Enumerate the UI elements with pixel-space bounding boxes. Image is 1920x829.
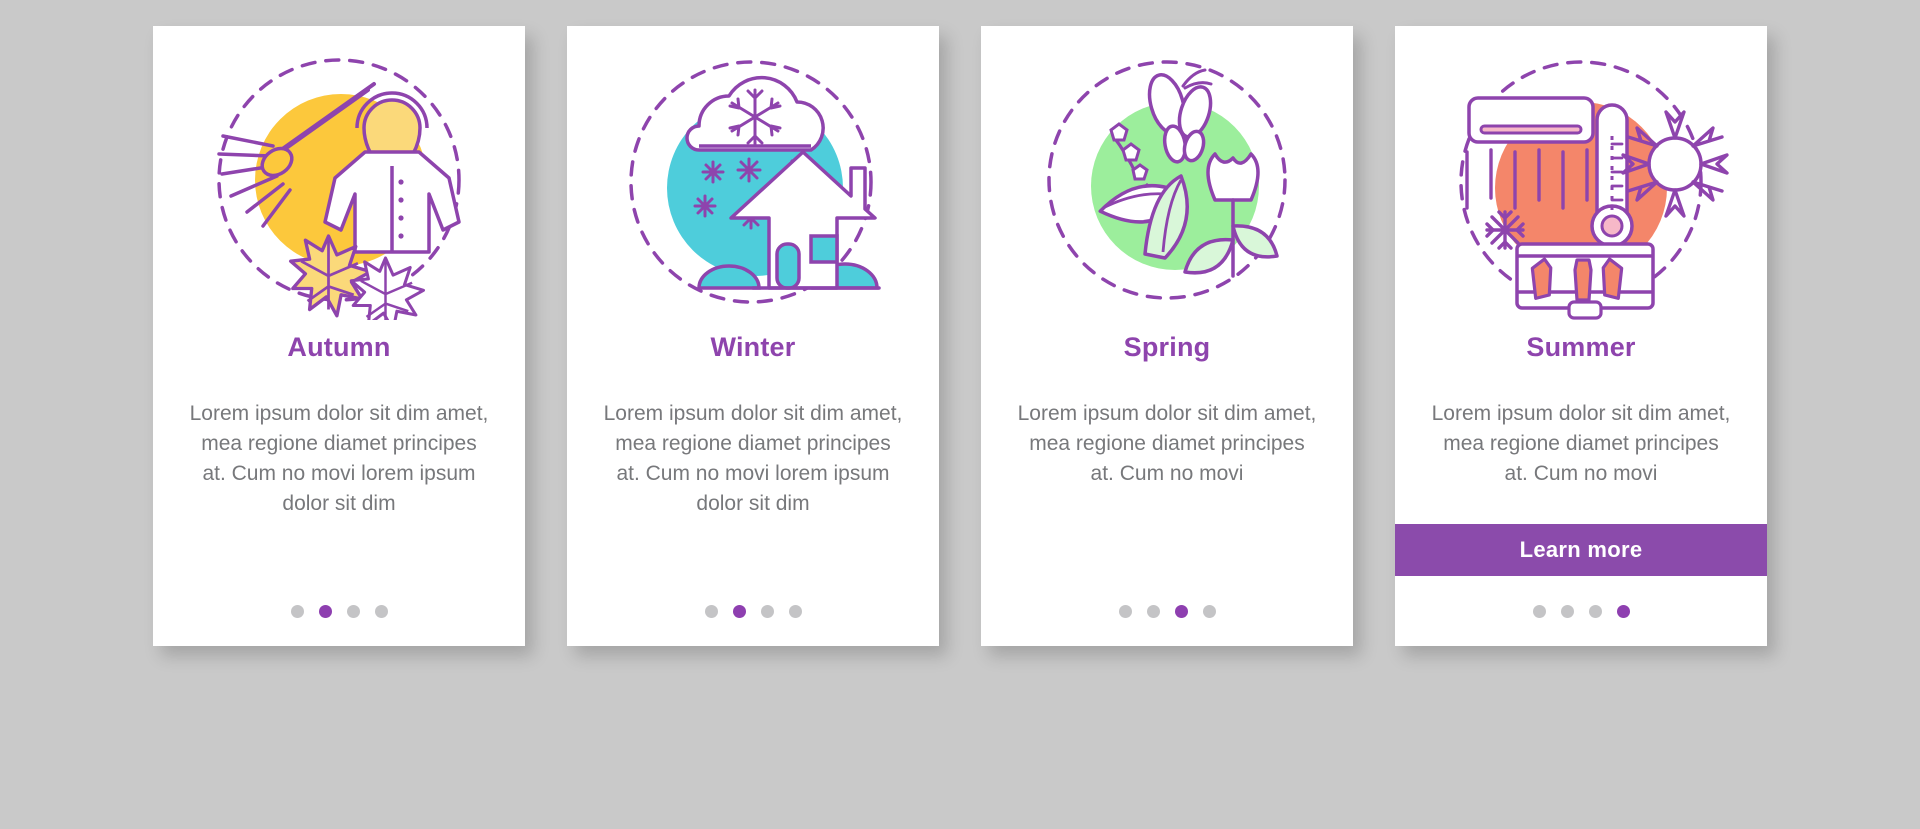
pagination-dots[interactable]	[567, 576, 939, 646]
autumn-rake-coat-leaves-icon	[217, 58, 461, 320]
pagination-dot[interactable]	[1118, 604, 1132, 618]
learn-more-button[interactable]: Learn more	[1395, 524, 1767, 576]
illustration-summer	[1395, 26, 1767, 326]
card-title: Summer	[1526, 332, 1636, 362]
card-title: Winter	[710, 332, 796, 362]
pagination-dot-active[interactable]	[1174, 604, 1188, 618]
illustration-autumn	[153, 26, 525, 326]
pagination-dot[interactable]	[346, 604, 360, 618]
pagination-dot[interactable]	[1588, 604, 1602, 618]
pagination-dot[interactable]	[704, 604, 718, 618]
pagination-dot-active[interactable]	[1616, 604, 1630, 618]
card-title: Spring	[1123, 332, 1211, 362]
onboarding-card-spring: Spring Lorem ipsum dolor sit dim amet, m…	[981, 26, 1353, 646]
illustration-winter	[567, 26, 939, 326]
pagination-dots[interactable]	[153, 576, 525, 646]
card-description: Lorem ipsum dolor sit dim amet, mea regi…	[189, 402, 489, 515]
summer-ac-thermometer-sun-cooler-icon	[1459, 60, 1729, 320]
pagination-dot[interactable]	[1202, 604, 1216, 618]
card-title: Autumn	[287, 332, 391, 362]
card-description: Lorem ipsum dolor sit dim amet, mea regi…	[603, 402, 903, 515]
onboarding-card-winter: Winter Lorem ipsum dolor sit dim amet, m…	[567, 26, 939, 646]
onboarding-card-autumn: Autumn Lorem ipsum dolor sit dim amet, m…	[153, 26, 525, 646]
pagination-dot[interactable]	[290, 604, 304, 618]
spring-butterfly-tulip-leaves-icon	[1047, 60, 1287, 300]
card-description: Lorem ipsum dolor sit dim amet, mea regi…	[1431, 402, 1731, 485]
pagination-dot[interactable]	[760, 604, 774, 618]
pagination-dot[interactable]	[788, 604, 802, 618]
pagination-dot[interactable]	[1146, 604, 1160, 618]
winter-snow-cloud-house-icon	[629, 60, 881, 304]
onboarding-card-summer: Summer Lorem ipsum dolor sit dim amet, m…	[1395, 26, 1767, 646]
card-description: Lorem ipsum dolor sit dim amet, mea regi…	[1017, 402, 1317, 485]
pagination-dot-active[interactable]	[318, 604, 332, 618]
pagination-dot[interactable]	[1532, 604, 1546, 618]
pagination-dots[interactable]	[1395, 576, 1767, 646]
pagination-dot[interactable]	[1560, 604, 1574, 618]
onboarding-screens-container: Autumn Lorem ipsum dolor sit dim amet, m…	[0, 0, 1920, 829]
pagination-dots[interactable]	[981, 576, 1353, 646]
pagination-dot-active[interactable]	[732, 604, 746, 618]
pagination-dot[interactable]	[374, 604, 388, 618]
illustration-spring	[981, 26, 1353, 326]
